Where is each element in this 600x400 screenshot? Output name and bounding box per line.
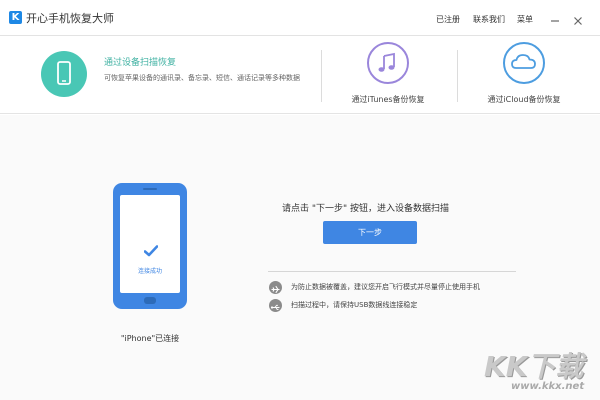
tip-text: 扫描过程中，请保持USB数据线连接稳定 — [291, 301, 418, 309]
device-connected-caption: "iPhone"已连接 — [120, 334, 180, 343]
music-note-icon — [367, 42, 409, 84]
airplane-icon — [269, 281, 282, 294]
tab-device-scan-description: 可恢复苹果设备的通讯录、备忘录、短信、通话记录等多种数据 — [104, 74, 300, 82]
tip-text: 为防止数据被覆盖，建议您开启飞行模式并尽量停止使用手机 — [291, 283, 480, 291]
cloud-icon — [503, 42, 545, 84]
scan-instruction: 请点击 "下一步" 按钮，进入设备数据扫描 — [282, 204, 450, 214]
connected-phone-illustration: 连接成功 — [113, 183, 187, 309]
app-logo-icon: K — [9, 11, 22, 24]
tab-divider — [321, 50, 322, 102]
next-step-button[interactable]: 下一步 — [323, 221, 417, 244]
tab-device-scan-title: 通过设备扫描恢复 — [104, 58, 177, 68]
contact-us-link[interactable]: 联系我们 — [473, 14, 505, 25]
checkmark-icon — [143, 243, 159, 262]
recovery-mode-bar: 通过设备扫描恢复 可恢复苹果设备的通讯录、备忘录、短信、通话记录等多种数据 通过… — [0, 36, 600, 114]
registered-link[interactable]: 已注册 — [436, 14, 460, 25]
tab-device-scan[interactable]: 通过设备扫描恢复 可恢复苹果设备的通讯录、备忘录、短信、通话记录等多种数据 — [0, 36, 318, 114]
tab-itunes-backup[interactable]: 通过iTunes备份恢复 — [330, 36, 454, 114]
phone-screen: 连接成功 — [120, 195, 180, 293]
phone-home-button — [144, 297, 156, 304]
app-title: 开心手机恢复大师 — [26, 12, 114, 25]
phone-icon — [41, 51, 87, 97]
watermark-logo: KK下载 — [484, 350, 584, 383]
phone-speaker — [143, 188, 157, 190]
tab-icloud-backup[interactable]: 通过iCloud备份恢复 — [466, 36, 590, 114]
title-bar: K 开心手机恢复大师 已注册 联系我们 菜单 — [0, 0, 600, 36]
watermark-url: www.kkx.net — [511, 381, 585, 392]
tab-icloud-label: 通过iCloud备份恢复 — [487, 95, 561, 104]
menu-link[interactable]: 菜单 — [517, 14, 533, 25]
usb-icon — [269, 299, 282, 312]
tips-divider — [268, 271, 516, 272]
phone-body: 连接成功 — [113, 183, 187, 309]
tab-itunes-label: 通过iTunes备份恢复 — [351, 95, 425, 104]
tab-divider — [457, 50, 458, 102]
close-icon[interactable] — [572, 12, 584, 25]
minimize-icon[interactable] — [549, 12, 561, 24]
connection-status: 连接成功 — [137, 268, 162, 275]
